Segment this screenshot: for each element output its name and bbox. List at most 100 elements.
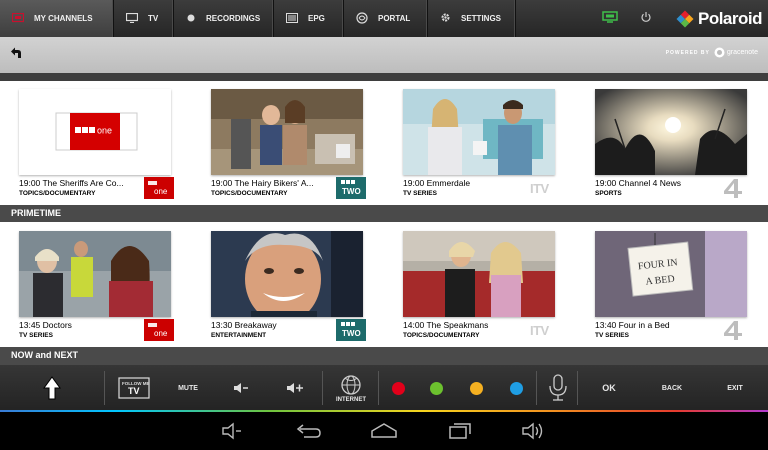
program-genre: TV SERIES (595, 332, 629, 339)
red-key-dot (391, 381, 405, 395)
tab-my-channels[interactable]: MY CHANNELS (0, 0, 114, 37)
program-thumbnail (403, 89, 555, 175)
gracenote-badge: POWERED BY gracenote (666, 47, 758, 58)
tab-settings-label: SETTINGS (461, 14, 502, 23)
channel-4-logo (720, 319, 750, 341)
program-thumbnail (211, 231, 363, 317)
nav-right-area: Polaroid (602, 0, 768, 37)
bbc-two-logo-text: TWO (342, 329, 361, 338)
my-channels-icon (11, 12, 25, 25)
android-recents-button[interactable] (446, 421, 474, 441)
screen-icon[interactable] (602, 10, 618, 28)
top-navigation: MY CHANNELS TV RECORDINGS EPG PORTAL SET… (0, 0, 768, 37)
mute-button[interactable]: MUTE (172, 365, 204, 411)
bbc-one-logo-text: one (154, 187, 168, 196)
divider-bar (0, 73, 768, 81)
program-thumbnail: FOUR IN A BED (595, 231, 747, 317)
exit-button[interactable]: EXIT (720, 365, 750, 411)
program-title: 14:00 The Speakmans (403, 320, 489, 330)
speaker-icon (222, 422, 241, 440)
program-card[interactable]: one 19:00 The Sheriffs Are Co... TOPICS/… (19, 89, 189, 209)
voice-search-button[interactable] (544, 365, 572, 411)
yellow-key-dot (469, 381, 483, 395)
tab-tv[interactable]: TV (114, 0, 174, 37)
bbc-two-logo: TWO (336, 319, 366, 341)
svg-text:one: one (97, 126, 112, 136)
program-thumbnail (595, 89, 747, 175)
tab-portal-label: PORTAL (378, 14, 411, 23)
speaker-down-icon (234, 383, 248, 393)
itv-logo-text: ITV (530, 323, 550, 338)
bbc-one-logo: one (144, 319, 174, 341)
follow-me-tv-label: TV (128, 386, 140, 396)
program-title: 13:40 Four in a Bed (595, 320, 670, 330)
program-title: 19:00 Channel 4 News (595, 178, 682, 188)
itv-logo: ITV (528, 177, 558, 199)
program-genre: SPORTS (595, 190, 622, 197)
settings-icon (440, 12, 451, 25)
android-home-button[interactable] (369, 421, 397, 441)
green-key-button[interactable] (426, 365, 446, 411)
volume-up-system-button[interactable] (520, 421, 548, 441)
back-button[interactable]: BACK (655, 365, 689, 411)
program-card[interactable]: 13:45 Doctors TV SERIES one (19, 231, 189, 351)
top-row: one 19:00 The Sheriffs Are Co... TOPICS/… (0, 89, 768, 205)
section-primetime: PRIMETIME (0, 205, 768, 222)
program-card[interactable]: 13:30 Breakaway ENTERTAINMENT TWO (211, 231, 381, 351)
program-genre: TV SERIES (403, 190, 437, 197)
green-key-dot (429, 381, 443, 395)
polaroid-mark-icon (676, 10, 694, 27)
program-genre: ENTERTAINMENT (211, 332, 267, 339)
bbc-one-logo: one (144, 177, 174, 199)
tab-epg-label: EPG (308, 14, 325, 23)
brand-logo: Polaroid (676, 8, 763, 29)
channel-4-logo (720, 177, 750, 199)
bottom-row: 13:45 Doctors TV SERIES one 13:30 Breaka… (0, 231, 768, 347)
epg-icon (286, 12, 298, 25)
program-card[interactable]: 19:00 Channel 4 News SPORTS (595, 89, 765, 209)
program-card[interactable]: 19:00 The Hairy Bikers' A... TOPICS/DOCU… (211, 89, 381, 209)
tab-portal[interactable]: PORTAL (344, 0, 428, 37)
program-title: 13:30 Breakaway (211, 320, 277, 330)
program-card[interactable]: 14:00 The Speakmans TOPICS/DOCUMENTARY I… (403, 231, 573, 351)
ok-button[interactable]: OK (596, 365, 622, 411)
tab-tv-label: TV (148, 14, 159, 23)
tv-icon (125, 12, 139, 25)
tab-settings[interactable]: SETTINGS (428, 0, 516, 37)
microphone-icon (549, 374, 567, 401)
tab-recordings-label: RECORDINGS (206, 14, 261, 23)
program-card[interactable]: FOUR IN A BED 13:40 Four in a Bed TV SER… (595, 231, 765, 351)
blue-key-button[interactable] (506, 365, 526, 411)
itv-logo: ITV (528, 319, 558, 341)
internet-button[interactable]: INTERNET (330, 365, 372, 411)
remote-control-bar: FOLLOW ME TV MUTE INTERNET OK BACK EXIT (0, 365, 768, 411)
tab-epg[interactable]: EPG (274, 0, 344, 37)
brand-name: Polaroid (697, 8, 763, 28)
program-card[interactable]: 19:00 Emmerdale TV SERIES ITV (403, 89, 573, 209)
back-arrow-icon[interactable] (10, 46, 26, 62)
toolbar: POWERED BY gracenote (0, 37, 768, 73)
tab-recordings[interactable]: RECORDINGS (174, 0, 274, 37)
arrow-up-icon (43, 376, 61, 400)
smart-tv-app: MY CHANNELS TV RECORDINGS EPG PORTAL SET… (0, 0, 768, 450)
volume-down-system-button[interactable] (220, 421, 248, 441)
android-back-button[interactable] (294, 421, 322, 441)
remote-divider (104, 371, 105, 405)
yellow-key-button[interactable] (466, 365, 486, 411)
program-thumbnail (19, 231, 171, 317)
red-key-button[interactable] (388, 365, 408, 411)
follow-me-tv-button[interactable]: FOLLOW ME TV (115, 365, 153, 411)
volume-up-button[interactable] (280, 365, 310, 411)
program-genre: TOPICS/DOCUMENTARY (19, 190, 96, 197)
bbc-one-logo-text: one (154, 329, 168, 338)
program-genre: TOPICS/DOCUMENTARY (403, 332, 480, 339)
volume-down-button[interactable] (226, 365, 256, 411)
powered-by-label: POWERED BY (665, 49, 710, 56)
power-icon[interactable] (640, 10, 652, 28)
program-genre: TV SERIES (19, 332, 53, 339)
bbc-two-logo: TWO (336, 177, 366, 199)
program-title: 19:00 The Sheriffs Are Co... (19, 178, 124, 188)
expand-up-button[interactable] (0, 365, 104, 411)
section-now-and-next: NOW and NEXT (0, 347, 768, 365)
program-thumbnail (211, 89, 363, 175)
